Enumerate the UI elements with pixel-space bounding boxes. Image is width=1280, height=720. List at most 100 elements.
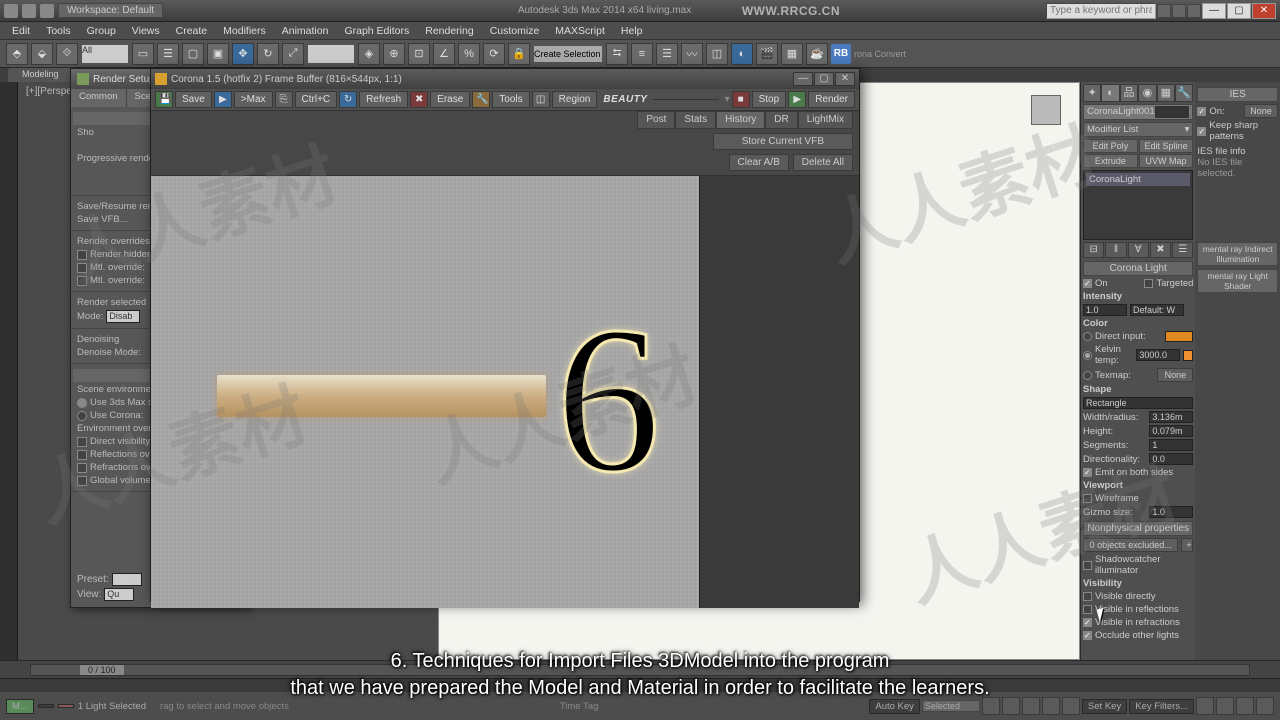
kelvin-radio[interactable] (1083, 351, 1092, 360)
region-icon[interactable]: ◫ (532, 91, 550, 108)
shadowcatcher-checkbox[interactable] (1083, 561, 1092, 570)
erase-icon[interactable]: ✖ (410, 91, 428, 108)
render-icon[interactable]: ▶ (788, 91, 806, 108)
direct-input-radio[interactable] (1083, 332, 1092, 341)
close-button[interactable]: ✕ (1252, 3, 1276, 19)
menu-group[interactable]: Group (81, 25, 122, 37)
ies-on-checkbox[interactable] (1197, 107, 1206, 116)
bind-icon[interactable]: ⟐ (56, 43, 78, 65)
schematic-icon[interactable]: ◫ (706, 43, 728, 65)
minimize-button[interactable]: — (1202, 3, 1226, 19)
direct-color-swatch[interactable] (1165, 331, 1193, 342)
create-tab-icon[interactable]: ✦ (1083, 84, 1101, 102)
refcoord-dropdown[interactable] (307, 44, 355, 64)
angle-snap-icon[interactable]: ∠ (433, 43, 455, 65)
visible-directly-checkbox[interactable] (1083, 592, 1092, 601)
corona-light-rollout[interactable]: Corona Light (1083, 261, 1193, 276)
render-output[interactable]: 6 (151, 176, 699, 608)
motion-tab-icon[interactable]: ◉ (1138, 84, 1156, 102)
set-key-button[interactable]: Set Key (1082, 699, 1127, 714)
mirror-icon[interactable]: ⮀ (606, 43, 628, 65)
exchange-icon[interactable] (1172, 4, 1186, 18)
auto-key-button[interactable]: Auto Key (869, 699, 920, 714)
directionality-value[interactable]: 0.0 (1149, 453, 1193, 465)
channel-label[interactable]: BEAUTY (603, 94, 647, 105)
erase-button[interactable]: Erase (430, 91, 470, 108)
nav-max-icon[interactable] (1256, 697, 1274, 715)
kelvin-value[interactable]: 3000.0 (1136, 349, 1180, 361)
snap-icon[interactable]: ⊡ (408, 43, 430, 65)
tomax-icon[interactable]: ▶ (214, 91, 232, 108)
viewcube[interactable] (1031, 95, 1061, 125)
unique-icon[interactable]: ∀ (1128, 242, 1149, 258)
undo-icon[interactable] (22, 4, 36, 18)
modify-tab-icon[interactable]: ◐ (1101, 84, 1119, 102)
modifier-list-dropdown[interactable]: Modifier List▾ (1083, 122, 1193, 137)
menu-maxscript[interactable]: MAXScript (549, 25, 611, 37)
tab-stats[interactable]: Stats (675, 111, 716, 129)
goto-start-icon[interactable] (982, 697, 1000, 715)
clear-ab-button[interactable]: Clear A/B (729, 154, 789, 171)
manip-icon[interactable]: ⊕ (383, 43, 405, 65)
remove-mod-icon[interactable]: ✖ (1150, 242, 1171, 258)
render-prod-icon[interactable]: ☕ (806, 43, 828, 65)
unlink-icon[interactable]: ⬙ (31, 43, 53, 65)
tab-lightmix[interactable]: LightMix (798, 111, 853, 129)
render-frame-icon[interactable]: ▦ (781, 43, 803, 65)
excluded-button[interactable]: 0 objects excluded... (1083, 538, 1178, 552)
prev-frame-icon[interactable] (1002, 697, 1020, 715)
render-button[interactable]: Render (808, 91, 855, 108)
spinner-snap-icon[interactable]: ⟳ (483, 43, 505, 65)
config-icon[interactable]: ☰ (1172, 242, 1193, 258)
utilities-tab-icon[interactable]: 🔧 (1175, 84, 1193, 102)
nav-zoom-icon[interactable] (1196, 697, 1214, 715)
kelvin-swatch[interactable] (1183, 350, 1193, 361)
ies-file-button[interactable]: None (1244, 104, 1278, 118)
stop-icon[interactable]: ■ (732, 91, 750, 108)
tools-icon[interactable]: 🔧 (472, 91, 490, 108)
nonphysical-rollout[interactable]: Nonphysical properties (1083, 521, 1193, 536)
key-mode-dropdown[interactable]: Selected (922, 700, 980, 712)
named-selection-input[interactable] (533, 45, 603, 63)
rotate-icon[interactable]: ↻ (257, 43, 279, 65)
percent-snap-icon[interactable]: % (458, 43, 480, 65)
width-value[interactable]: 3.136m (1149, 411, 1193, 423)
select-icon[interactable]: ▭ (132, 43, 154, 65)
time-slider[interactable]: 0 / 100 (0, 660, 1280, 678)
menu-modifiers[interactable]: Modifiers (217, 25, 272, 37)
shape-dropdown[interactable]: Rectangle (1083, 397, 1193, 409)
workspace-dropdown[interactable]: Workspace: Default (58, 3, 163, 18)
segments-value[interactable]: 1 (1149, 439, 1193, 451)
time-tag[interactable]: Time Tag (560, 701, 599, 712)
menu-tools[interactable]: Tools (40, 25, 77, 37)
menu-rendering[interactable]: Rendering (419, 25, 479, 37)
wireframe-checkbox[interactable] (1083, 494, 1092, 503)
cfb-minimize[interactable]: — (793, 72, 813, 86)
rb-badge[interactable]: RB (831, 44, 851, 64)
extrude-button[interactable]: Extrude (1083, 154, 1138, 168)
align-icon[interactable]: ≡ (631, 43, 653, 65)
help-icon[interactable] (1187, 4, 1201, 18)
cfb-close[interactable]: ✕ (835, 72, 855, 86)
edit-spline-button[interactable]: Edit Spline (1139, 139, 1194, 153)
ribbon-modeling[interactable]: Modeling (8, 68, 73, 82)
show-end-icon[interactable]: ‖ (1105, 242, 1126, 258)
store-vfb-button[interactable]: Store Current VFB (713, 133, 853, 150)
help-search-input[interactable] (1046, 3, 1156, 19)
delete-all-button[interactable]: Delete All (793, 154, 853, 171)
keep-sharp-checkbox[interactable] (1197, 127, 1206, 136)
intensity-value[interactable]: 1.0 (1083, 304, 1127, 316)
move-icon[interactable]: ✥ (232, 43, 254, 65)
menu-help[interactable]: Help (615, 25, 649, 37)
copy-icon[interactable]: ⎘ (275, 91, 293, 108)
menu-create[interactable]: Create (170, 25, 214, 37)
rect-select-icon[interactable]: ▢ (182, 43, 204, 65)
link-icon[interactable]: ⬘ (6, 43, 28, 65)
cfb-maximize[interactable]: ▢ (814, 72, 834, 86)
nav-orbit-icon[interactable] (1236, 697, 1254, 715)
scale-icon[interactable]: ⤢ (282, 43, 304, 65)
hierarchy-tab-icon[interactable]: 品 (1120, 84, 1138, 102)
goto-end-icon[interactable] (1062, 697, 1080, 715)
intensity-units[interactable]: Default: W (1130, 304, 1184, 316)
rs-tab-common[interactable]: Common (71, 89, 127, 107)
